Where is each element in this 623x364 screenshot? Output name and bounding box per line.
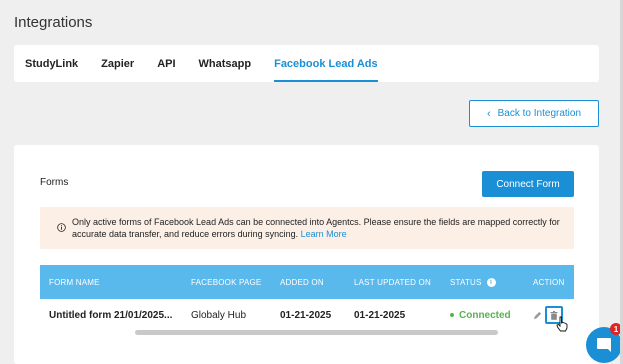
cell-facebook-page: Globaly Hub — [191, 309, 247, 321]
scrollbar-thumb[interactable] — [135, 330, 498, 335]
chat-icon — [597, 338, 611, 352]
cell-added-on: 01-21-2025 — [280, 309, 332, 321]
tab-whatsapp[interactable]: Whatsapp — [199, 45, 252, 82]
header-status: STATUS i — [450, 277, 533, 287]
notice-banner: Only active forms of Facebook Lead Ads c… — [40, 207, 574, 249]
header-form-name: FORM NAME — [49, 277, 100, 287]
header-status-label: STATUS — [450, 277, 482, 287]
status-label: Connected — [459, 309, 511, 321]
connect-form-button[interactable]: Connect Form — [482, 171, 574, 197]
header-last-updated-on: LAST UPDATED ON — [354, 277, 431, 287]
tab-facebook-lead-ads[interactable]: Facebook Lead Ads — [274, 45, 378, 82]
hand-pointer-icon — [556, 316, 568, 332]
info-icon — [57, 223, 66, 232]
table-header: FORM NAME FACEBOOK PAGE ADDED ON LAST UP… — [40, 265, 574, 299]
back-to-integration-button[interactable]: ‹ Back to Integration — [469, 100, 599, 127]
tab-studylink[interactable]: StudyLink — [25, 45, 78, 82]
learn-more-link[interactable]: Learn More — [301, 229, 347, 239]
cell-last-updated-on: 01-21-2025 — [354, 309, 406, 321]
chevron-left-icon: ‹ — [486, 107, 491, 120]
edit-icon[interactable] — [533, 311, 542, 320]
forms-title: Forms — [40, 177, 69, 188]
cell-form-name: Untitled form 21/01/2025... — [49, 309, 173, 321]
table-horizontal-scrollbar[interactable] — [40, 330, 574, 335]
header-facebook-page: FACEBOOK PAGE — [191, 277, 262, 287]
status-info-icon[interactable]: i — [486, 277, 496, 287]
tab-zapier[interactable]: Zapier — [101, 45, 134, 82]
status-badge: Connected — [450, 310, 533, 321]
integration-tabs: StudyLink Zapier API Whatsapp Facebook L… — [14, 45, 599, 82]
status-dot — [450, 313, 454, 317]
tab-api[interactable]: API — [157, 45, 175, 82]
page-title: Integrations — [14, 14, 93, 31]
header-added-on: ADDED ON — [280, 277, 324, 287]
back-button-label: Back to Integration — [497, 108, 582, 119]
forms-card: Forms Connect Form Only active forms of … — [14, 145, 599, 364]
header-action: ACTION — [533, 277, 565, 287]
table-row: Untitled form 21/01/2025... Globaly Hub … — [40, 299, 574, 331]
forms-table: FORM NAME FACEBOOK PAGE ADDED ON LAST UP… — [40, 265, 574, 331]
